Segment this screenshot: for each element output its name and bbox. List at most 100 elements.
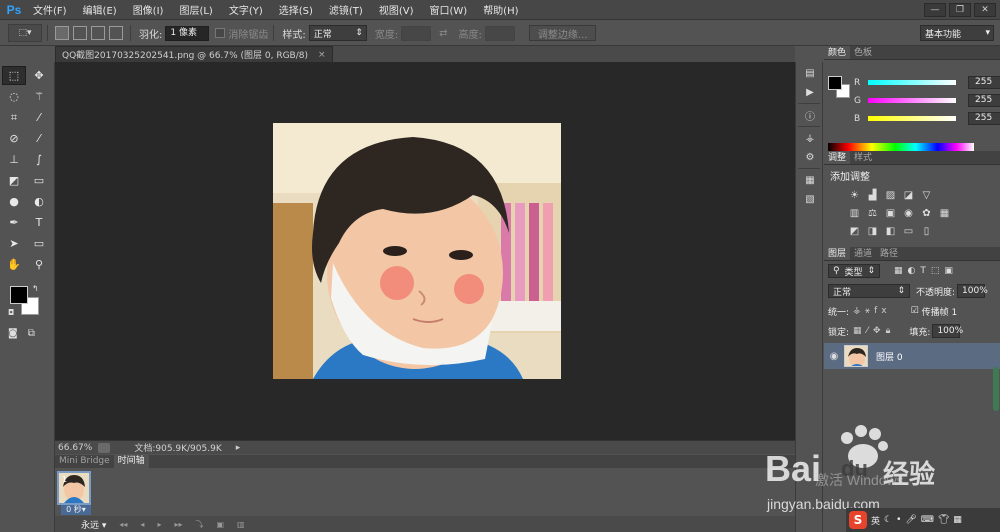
screen-mode-icon[interactable]: ⧉ [28, 328, 35, 339]
frame-delay[interactable]: 0 秒▾ [61, 505, 91, 515]
layer-filter-select[interactable]: ⚲ 类型 ⇕ [828, 264, 880, 278]
workspace-select[interactable]: 基本功能 ▾ [920, 25, 994, 41]
posterize-icon[interactable]: ◨ [866, 225, 879, 237]
spot-healing-icon[interactable]: ⊘ [2, 129, 26, 148]
tool-presets-icon[interactable]: ⚙ [800, 149, 820, 165]
height-input[interactable] [484, 25, 515, 41]
animation-frame[interactable]: 1 [57, 471, 91, 505]
first-frame-icon[interactable]: ◂◂ [119, 520, 127, 529]
paragraph-icon[interactable]: ▧ [800, 191, 820, 207]
layer-row[interactable]: ◉ 图层 0 [824, 343, 1000, 369]
blend-mode-select[interactable]: 正常 ⇕ [828, 284, 910, 298]
brush-icon[interactable]: ⁄ [27, 129, 51, 148]
tab-channels[interactable]: 通道 [850, 247, 876, 260]
green-value[interactable]: 255 [968, 94, 1000, 107]
info-icon[interactable]: ⓘ [800, 107, 820, 123]
tool-preset-picker[interactable]: ⬚ ▾ [8, 24, 42, 42]
delete-frame-icon[interactable]: ▥ [237, 520, 245, 529]
propagate-checkbox-icon[interactable]: ☑ [911, 306, 919, 316]
color-balance-icon[interactable]: ⚖ [866, 207, 879, 219]
menu-image[interactable]: 图像(I) [125, 2, 172, 17]
add-selection-icon[interactable] [73, 26, 87, 40]
layer-filter-icons[interactable]: ▦◐T⬚▣ [894, 266, 958, 276]
antialias-checkbox[interactable] [215, 28, 226, 38]
eye-icon[interactable]: ◉ [824, 351, 844, 362]
hue-saturation-icon[interactable]: ▥ [848, 207, 861, 219]
path-select-icon[interactable]: ➤ [2, 234, 26, 253]
close-button[interactable]: ✕ [974, 2, 996, 17]
curves-icon[interactable]: ▨ [884, 189, 897, 201]
new-selection-icon[interactable] [55, 26, 69, 40]
black-white-icon[interactable]: ▣ [884, 207, 897, 219]
red-value[interactable]: 255 [968, 76, 1000, 89]
menu-layer[interactable]: 图层(L) [171, 2, 220, 17]
width-input[interactable] [401, 25, 432, 41]
vibrance-icon[interactable]: ▽ [920, 189, 933, 201]
menu-filter[interactable]: 滤镜(T) [321, 2, 371, 17]
selective-color-icon[interactable]: ▯ [920, 225, 933, 237]
previous-frame-icon[interactable]: ◂ [140, 520, 144, 529]
character-icon[interactable]: ▦ [800, 172, 820, 188]
next-frame-icon[interactable]: ▸▸ [174, 520, 182, 529]
document-tab[interactable]: QQ截图20170325202541.png @ 66.7% (图层 0, RG… [55, 46, 333, 62]
eraser-icon[interactable]: ◩ [2, 171, 26, 190]
tab-adjustments[interactable]: 调整 [824, 151, 851, 164]
unify-icons[interactable]: ⚶⚹fx [853, 306, 891, 316]
quick-mask-icon[interactable]: ◙ [8, 328, 18, 339]
stamp-icon[interactable]: ⊥ [2, 150, 26, 169]
layer-name[interactable]: 图层 0 [876, 350, 903, 363]
menu-select[interactable]: 选择(S) [271, 2, 321, 17]
red-slider[interactable] [868, 80, 956, 85]
eyedropper-icon[interactable]: ⁄ [27, 108, 51, 127]
style-select[interactable]: 正常 ⇕ [308, 25, 367, 41]
threshold-icon[interactable]: ◧ [884, 225, 897, 237]
restore-button[interactable]: ❐ [949, 2, 971, 17]
input-language[interactable]: 英 [871, 514, 880, 527]
dot-icon[interactable]: • [896, 515, 901, 525]
menu-help[interactable]: 帮助(H) [475, 2, 526, 17]
green-slider[interactable] [868, 98, 956, 103]
minimize-button[interactable]: — [924, 2, 946, 17]
moon-icon[interactable]: ☾ [884, 515, 892, 525]
keyboard-icon[interactable]: ⌨ [921, 515, 934, 525]
status-icon[interactable] [98, 442, 111, 453]
tab-timeline[interactable]: 时间轴 [113, 455, 149, 468]
blue-value[interactable]: 255 [968, 112, 1000, 125]
close-icon[interactable]: × [318, 50, 326, 60]
channel-mixer-icon[interactable]: ✿ [920, 207, 933, 219]
fill-input[interactable]: 100% [932, 324, 963, 338]
swap-dimensions-icon[interactable]: ⇄ [439, 28, 447, 39]
foreground-color[interactable] [10, 286, 28, 304]
menu-type[interactable]: 文字(Y) [221, 2, 271, 17]
levels-icon[interactable]: ▟ [866, 189, 879, 201]
exposure-icon[interactable]: ◪ [902, 189, 915, 201]
layers-scrollbar[interactable] [993, 367, 999, 411]
subtract-selection-icon[interactable] [91, 26, 105, 40]
menu-file[interactable]: 文件(F) [25, 2, 75, 17]
chevron-right-icon[interactable]: ▸ [236, 443, 241, 453]
type-icon[interactable]: T [27, 213, 51, 232]
duplicate-frame-icon[interactable]: ▣ [216, 520, 224, 529]
tab-layers[interactable]: 图层 [824, 247, 851, 260]
color-lookup-icon[interactable]: ▦ [938, 207, 951, 219]
play-icon[interactable]: ▸ [157, 520, 161, 529]
refine-edge-button[interactable]: 调整边缘... [528, 25, 597, 41]
tab-styles[interactable]: 样式 [850, 151, 876, 164]
history-icon[interactable]: ▤ [800, 65, 820, 81]
menu-view[interactable]: 视图(V) [371, 2, 422, 17]
blur-icon[interactable]: ● [2, 192, 26, 211]
default-colors-icon[interactable]: ◘ [8, 308, 14, 317]
dodge-icon[interactable]: ◐ [27, 192, 51, 211]
hand-icon[interactable]: ✋ [2, 255, 26, 274]
intersect-selection-icon[interactable] [109, 26, 123, 40]
canvas-area[interactable] [55, 62, 795, 440]
invert-icon[interactable]: ◩ [848, 225, 861, 237]
menu-edit[interactable]: 编辑(E) [75, 2, 125, 17]
lasso-icon[interactable]: ◌ [2, 87, 26, 106]
pen-icon[interactable]: ✒ [2, 213, 26, 232]
lock-icons[interactable]: ▦⁄✥🔒︎ [853, 326, 895, 336]
feather-input[interactable]: 1 像素 [165, 25, 210, 41]
crop-icon[interactable]: ⌗ [2, 108, 26, 127]
opacity-input[interactable]: 100% [957, 284, 988, 298]
menu-window[interactable]: 窗口(W) [421, 2, 475, 17]
